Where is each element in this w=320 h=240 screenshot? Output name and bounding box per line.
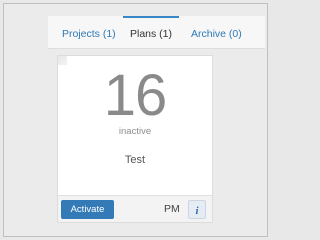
- plan-card: 16 inactive Test Activate PM i: [57, 55, 213, 223]
- tab-plans[interactable]: Plans (1): [123, 16, 179, 48]
- tab-projects[interactable]: Projects (1): [62, 16, 116, 48]
- tab-archive[interactable]: Archive (0): [191, 16, 242, 48]
- plan-name: Test: [124, 154, 146, 166]
- info-icon: i: [195, 205, 199, 217]
- activate-button[interactable]: Activate: [61, 200, 114, 219]
- tab-bar: Projects (1) Plans (1) Archive (0): [48, 16, 265, 49]
- folded-corner: [58, 56, 67, 65]
- plan-status: inactive: [118, 126, 152, 137]
- card-footer: Activate PM i: [58, 195, 212, 222]
- plan-owner: PM: [164, 203, 180, 215]
- plan-count: 16: [103, 63, 168, 128]
- info-button[interactable]: i: [188, 200, 206, 219]
